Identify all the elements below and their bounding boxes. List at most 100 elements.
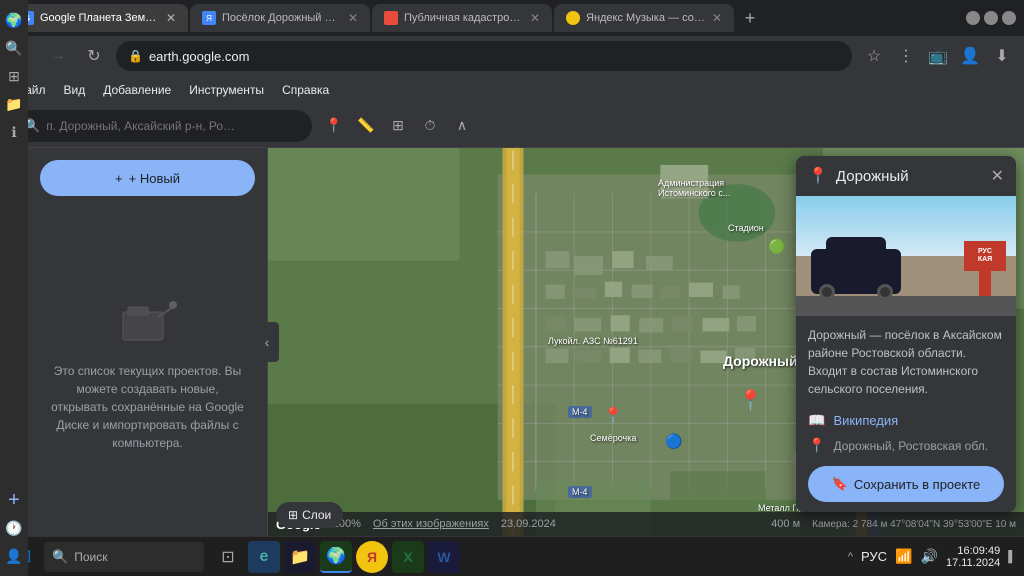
scale-bar: 400 м [771, 518, 800, 530]
edge-taskbar-icon[interactable]: e [248, 541, 280, 573]
bookmark-button[interactable]: ☆ [860, 42, 888, 70]
info-panel: 📍 Дорожный ✕ [796, 156, 1016, 512]
sidebar-empty: Это список текущих проектов. Вы можете с… [28, 208, 267, 536]
info-panel-image: РУСКАЯ [796, 196, 1016, 316]
address-bar[interactable]: 🔒 earth.google.com [116, 41, 852, 71]
yandex-taskbar-icon[interactable]: Я [356, 541, 388, 573]
menu-help[interactable]: Справка [274, 78, 337, 102]
map-pin-semyorochka: 🔵 [665, 433, 682, 450]
map-background: АдминистрацияИстоминского с... Стадион Р… [268, 148, 1024, 536]
sign-pole: РУСКАЯ [979, 241, 991, 296]
measure-icon[interactable]: 📏 [352, 112, 380, 140]
save-label: Сохранить в проекте [854, 477, 980, 492]
wikipedia-icon: 📖 [808, 412, 825, 429]
save-to-project-button[interactable]: 🔖 Сохранить в проекте [808, 466, 1004, 502]
menu-add[interactable]: Добавление [95, 78, 179, 102]
forward-button[interactable]: → [44, 42, 72, 70]
sidebar: + + Новый Это список текущих проектов. В… [28, 148, 268, 536]
menu-view[interactable]: Вид [56, 78, 94, 102]
layers-button[interactable]: ⊞ Слои [276, 502, 343, 528]
map-area[interactable]: АдминистрацияИстоминского с... Стадион Р… [268, 148, 1024, 536]
explorer-taskbar-icon[interactable]: 📁 [284, 541, 316, 573]
tray-network-icon[interactable]: 📶 [895, 548, 912, 565]
collapse-icon[interactable]: ∧ [448, 112, 476, 140]
wikipedia-label: Википедия [833, 413, 898, 428]
map-bottom-bar: Google 100% Об этих изображениях 23.09.2… [268, 512, 1024, 536]
nav-history-icon[interactable]: 🕐 [2, 516, 26, 536]
date-label: 23.09.2024 [501, 518, 556, 530]
sidebar-collapse-button[interactable]: ‹ [255, 322, 279, 362]
tab-close-dorogniy[interactable]: ✕ [348, 11, 358, 25]
tray-language-icon[interactable]: РУС [861, 549, 887, 564]
time-icon[interactable]: ⏱ [416, 112, 444, 140]
info-panel-close-button[interactable]: ✕ [991, 166, 1004, 186]
layers-icon[interactable]: ⊞ [384, 112, 412, 140]
taskbar-app-icons: ⊡ e 📁 🌍 Я X W [212, 541, 460, 573]
tab-close-yandex[interactable]: ✕ [712, 11, 722, 25]
tab-google-earth[interactable]: G Google Планета Земл… ✕ [8, 4, 188, 32]
scale-label: 400 м [771, 518, 800, 530]
car-silhouette [811, 249, 901, 294]
extensions-button[interactable]: ⬇ [988, 42, 1016, 70]
excel-taskbar-icon[interactable]: X [392, 541, 424, 573]
info-panel-description: Дорожный — посёлок в Аксайском районе Ро… [808, 326, 1004, 398]
tab-dorogniy[interactable]: Я Посёлок Дорожный — Я… ✕ [190, 4, 370, 32]
title-bar: G Google Планета Земл… ✕ Я Посёлок Дорож… [0, 0, 1024, 36]
taskbar-search[interactable]: 🔍 Поиск [44, 542, 204, 572]
tray-expand-icon[interactable]: ^ [848, 551, 853, 563]
tab-close-kadastr[interactable]: ✕ [530, 11, 540, 25]
new-project-button[interactable]: + + Новый [40, 160, 255, 196]
reload-button[interactable]: ↻ [80, 42, 108, 70]
word-taskbar-icon[interactable]: W [428, 541, 460, 573]
tab-kadastr[interactable]: Публичная кадастрован… ✕ [372, 4, 552, 32]
info-panel-header: 📍 Дорожный ✕ [796, 156, 1016, 196]
nav-add-icon[interactable]: + [2, 488, 26, 512]
search-input[interactable] [46, 119, 300, 133]
tab-label-yandex: Яндекс Музыка — собир… [586, 12, 706, 24]
info-panel-body: Дорожный — посёлок в Аксайском районе Ро… [796, 316, 1016, 512]
address-text: earth.google.com [149, 49, 840, 64]
show-desktop-button[interactable]: ▌ [1008, 551, 1016, 563]
tray-sound-icon[interactable]: 🔊 [921, 548, 938, 565]
save-icon: 🔖 [832, 476, 848, 492]
tab-label-dorogniy: Посёлок Дорожный — Я… [222, 12, 342, 24]
taskbar-search-icon: 🔍 [52, 549, 68, 565]
info-panel-title: Дорожный [836, 168, 983, 185]
location-icon[interactable]: 📍 [320, 112, 348, 140]
address-text: Дорожный, Ростовская обл. [833, 439, 988, 453]
sidebar-empty-text: Это список текущих проектов. Вы можете с… [48, 362, 247, 452]
minimize-button[interactable] [966, 11, 980, 25]
new-tab-button[interactable]: + [736, 4, 764, 32]
taskbar-search-label: Поиск [74, 550, 107, 564]
cast-button[interactable]: 📺 [924, 42, 952, 70]
nav-bar: ← → ↻ 🔒 earth.google.com ☆ ⋮ 📺 👤 ⬇ [0, 36, 1024, 76]
lock-icon: 🔒 [128, 49, 143, 63]
tab-close-earth[interactable]: ✕ [166, 11, 176, 25]
search-bar[interactable]: 🔍 [12, 110, 312, 142]
info-panel-location-icon: 📍 [808, 166, 828, 186]
taskbar-clock[interactable]: 16:09:49 17.11.2024 [946, 545, 1000, 569]
menu-tools[interactable]: Инструменты [181, 78, 272, 102]
layers-btn-label: Слои [302, 508, 331, 522]
taskbar-right: ^ РУС 📶 🔊 16:09:49 17.11.2024 ▌ [848, 545, 1016, 569]
empty-projects-icon [118, 292, 178, 354]
earth-taskbar-icon[interactable]: 🌍 [320, 541, 352, 573]
more-button[interactable]: ⋮ [892, 42, 920, 70]
map-pin-green: 🟢 [768, 238, 785, 255]
nav-right: ☆ ⋮ 📺 👤 ⬇ [860, 42, 1016, 70]
address-icon: 📍 [808, 437, 825, 454]
new-project-label: + Новый [129, 171, 180, 186]
wikipedia-link[interactable]: 📖 Википедия [808, 408, 1004, 433]
taskbar-time-display: 16:09:49 [957, 545, 1000, 557]
tab-yandex-music[interactable]: Яндекс Музыка — собир… ✕ [554, 4, 734, 32]
attribution-link[interactable]: Об этих изображениях [373, 518, 489, 530]
tab-bar: G Google Планета Земл… ✕ Я Посёлок Дорож… [8, 4, 962, 32]
window-controls [966, 11, 1016, 25]
tab-label-kadastr: Публичная кадастрован… [404, 12, 524, 24]
close-button[interactable] [1002, 11, 1016, 25]
taskview-button[interactable]: ⊡ [212, 541, 244, 573]
toolbar-icons: 📍 📏 ⊞ ⏱ ∧ [320, 112, 476, 140]
profile-button[interactable]: 👤 [956, 42, 984, 70]
maximize-button[interactable] [984, 11, 998, 25]
map-pin-blue1: 📍 [603, 406, 623, 426]
